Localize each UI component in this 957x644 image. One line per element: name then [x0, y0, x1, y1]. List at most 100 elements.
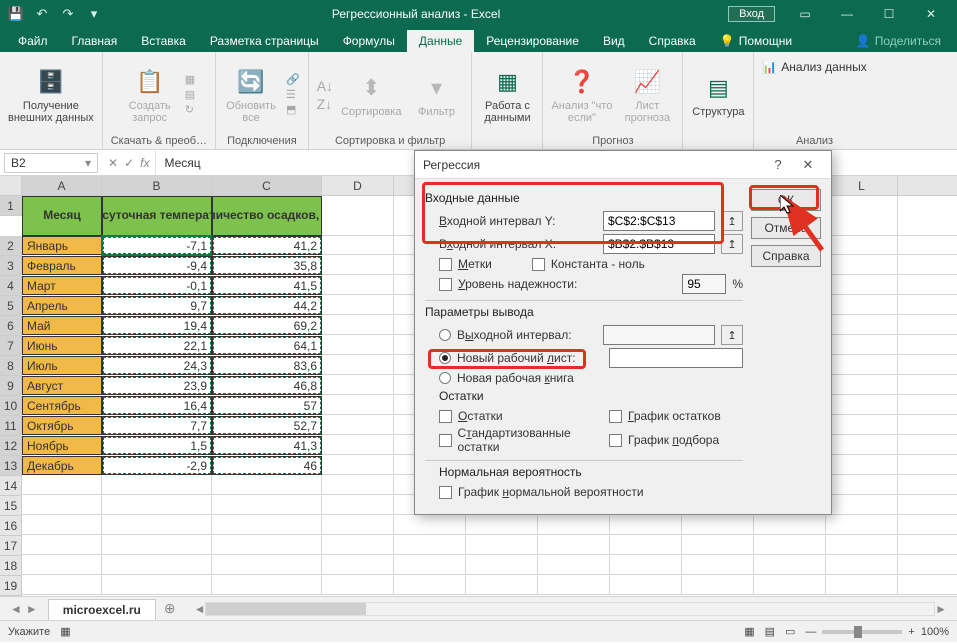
- tab-file[interactable]: Файл: [6, 30, 60, 52]
- cell[interactable]: [898, 436, 957, 455]
- confidence-checkbox[interactable]: [439, 278, 452, 291]
- cell[interactable]: [682, 536, 754, 555]
- temp-cell[interactable]: 16,4: [102, 396, 212, 415]
- cell[interactable]: [826, 436, 898, 455]
- horizontal-scrollbar[interactable]: ◄►: [194, 602, 947, 616]
- login-button[interactable]: Вход: [728, 6, 775, 22]
- cell[interactable]: [102, 476, 212, 495]
- row-header-16[interactable]: 16: [0, 516, 22, 536]
- cell[interactable]: [538, 576, 610, 595]
- precip-cell[interactable]: 44,2: [212, 296, 322, 315]
- data-analysis-button[interactable]: 📊Анализ данных: [762, 60, 866, 74]
- month-cell[interactable]: Декабрь: [22, 456, 102, 475]
- sheet-prev-icon[interactable]: ◄: [10, 602, 22, 616]
- cell[interactable]: [322, 276, 394, 295]
- cell[interactable]: [322, 316, 394, 335]
- residuals-checkbox[interactable]: [439, 410, 452, 423]
- cell[interactable]: [466, 576, 538, 595]
- col-header-A[interactable]: A: [22, 176, 102, 196]
- tab-insert[interactable]: Вставка: [129, 30, 198, 52]
- new-query-button[interactable]: 📋Создать запрос: [123, 66, 177, 124]
- zoom-control[interactable]: — + 100%: [805, 626, 949, 638]
- cell[interactable]: [898, 536, 957, 555]
- zoom-slider[interactable]: [822, 630, 902, 634]
- y-range-ref-icon[interactable]: ↥: [721, 211, 743, 231]
- new-workbook-radio[interactable]: [439, 372, 451, 384]
- sheet-tab[interactable]: microexcel.ru: [48, 599, 156, 620]
- cell[interactable]: [610, 556, 682, 575]
- row-header-5[interactable]: 5: [0, 296, 22, 316]
- cell[interactable]: [538, 536, 610, 555]
- cell[interactable]: [898, 356, 957, 375]
- sort-button[interactable]: ⬍Сортировка: [341, 72, 401, 118]
- temp-cell[interactable]: 1,5: [102, 436, 212, 455]
- cell[interactable]: [102, 576, 212, 595]
- month-cell[interactable]: Март: [22, 276, 102, 295]
- tab-help[interactable]: Справка: [637, 30, 708, 52]
- row-header-4[interactable]: 4: [0, 276, 22, 296]
- zoom-out-icon[interactable]: —: [805, 626, 816, 638]
- col-header-D[interactable]: D: [322, 176, 394, 196]
- precip-cell[interactable]: 41,3: [212, 436, 322, 455]
- cell[interactable]: [322, 516, 394, 535]
- row-header-10[interactable]: 10: [0, 396, 22, 416]
- cell[interactable]: [682, 576, 754, 595]
- tab-view[interactable]: Вид: [591, 30, 637, 52]
- row-header-9[interactable]: 9: [0, 376, 22, 396]
- cell[interactable]: [322, 576, 394, 595]
- header-cell[interactable]: Среднесуточная температура, °C: [102, 196, 212, 236]
- cell[interactable]: [826, 496, 898, 515]
- month-cell[interactable]: Февраль: [22, 256, 102, 275]
- temp-cell[interactable]: 23,9: [102, 376, 212, 395]
- view-normal-icon[interactable]: ▦: [744, 625, 754, 638]
- row-header-1[interactable]: 1: [0, 196, 22, 216]
- cell[interactable]: [826, 236, 898, 255]
- dialog-close-icon[interactable]: ✕: [793, 157, 823, 173]
- sheet-next-icon[interactable]: ►: [26, 602, 38, 616]
- cell[interactable]: [102, 556, 212, 575]
- whatif-button[interactable]: ❓Анализ "что если": [551, 66, 612, 124]
- sort-az-icon[interactable]: A↓: [317, 78, 333, 94]
- cell[interactable]: [394, 536, 466, 555]
- cell[interactable]: [610, 536, 682, 555]
- cell[interactable]: [826, 356, 898, 375]
- cell[interactable]: [826, 536, 898, 555]
- name-box[interactable]: B2▾: [4, 153, 98, 173]
- cell[interactable]: [826, 276, 898, 295]
- cell[interactable]: [322, 336, 394, 355]
- row-header-12[interactable]: 12: [0, 436, 22, 456]
- temp-cell[interactable]: 22,1: [102, 336, 212, 355]
- data-tools-button[interactable]: ▦Работа с данными: [480, 66, 534, 124]
- cell[interactable]: [898, 196, 957, 236]
- cell[interactable]: [322, 256, 394, 275]
- cell[interactable]: [466, 516, 538, 535]
- cell[interactable]: [610, 576, 682, 595]
- forecast-button[interactable]: 📈Лист прогноза: [620, 66, 674, 124]
- month-cell[interactable]: Август: [22, 376, 102, 395]
- resid-plot-checkbox[interactable]: [609, 410, 622, 423]
- cell[interactable]: [898, 556, 957, 575]
- cell[interactable]: [322, 416, 394, 435]
- cell[interactable]: [102, 496, 212, 515]
- cell[interactable]: [22, 476, 102, 495]
- month-cell[interactable]: Сентябрь: [22, 396, 102, 415]
- precip-cell[interactable]: 64,1: [212, 336, 322, 355]
- cell[interactable]: [102, 516, 212, 535]
- precip-cell[interactable]: 41,5: [212, 276, 322, 295]
- cell[interactable]: [466, 536, 538, 555]
- temp-cell[interactable]: -0,1: [102, 276, 212, 295]
- tab-layout[interactable]: Разметка страницы: [198, 30, 331, 52]
- precip-cell[interactable]: 41,2: [212, 236, 322, 255]
- cell[interactable]: [898, 576, 957, 595]
- cell[interactable]: [826, 336, 898, 355]
- cell[interactable]: [394, 516, 466, 535]
- tab-review[interactable]: Рецензирование: [474, 30, 591, 52]
- precip-cell[interactable]: 69,2: [212, 316, 322, 335]
- confidence-input[interactable]: [682, 274, 726, 294]
- cell[interactable]: [826, 556, 898, 575]
- temp-cell[interactable]: -2,9: [102, 456, 212, 475]
- cell[interactable]: [212, 576, 322, 595]
- cell[interactable]: [898, 456, 957, 475]
- month-cell[interactable]: Октябрь: [22, 416, 102, 435]
- cell[interactable]: [898, 256, 957, 275]
